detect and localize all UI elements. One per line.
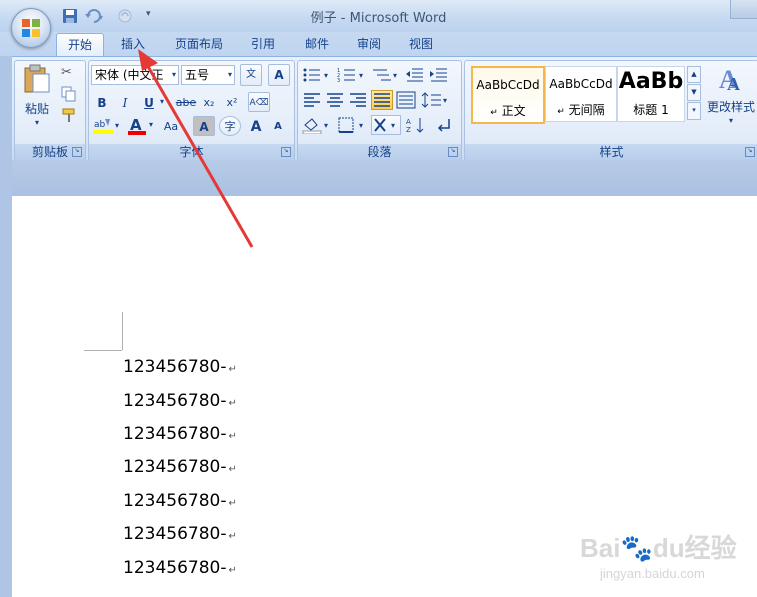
numbering-icon[interactable]: 1 2 3 ▾	[337, 66, 367, 84]
svg-text:▾: ▾	[324, 71, 328, 80]
char-border-button[interactable]: A	[268, 64, 290, 86]
bullets-icon[interactable]: ▾	[302, 66, 332, 84]
align-center-icon[interactable]	[325, 91, 345, 109]
svg-text:ab: ab	[94, 120, 106, 130]
gallery-up-icon[interactable]: ▲	[687, 66, 701, 83]
paragraph-mark: ↵	[228, 464, 237, 475]
gallery-down-icon[interactable]: ▼	[687, 84, 701, 101]
distributed-align-icon[interactable]	[396, 91, 416, 109]
svg-text:Z: Z	[406, 126, 411, 134]
paste-label: 粘贴	[24, 102, 49, 116]
highlight-button[interactable]: ab ▾	[92, 116, 124, 136]
style-sample: AaBbCcDd	[476, 78, 540, 92]
paragraph-group-label: 段落	[298, 144, 461, 161]
shading-icon[interactable]: ▾	[302, 116, 332, 135]
margin-corner-vertical	[122, 312, 123, 350]
change-styles-dropdown-icon: ▾	[728, 116, 733, 125]
paragraph-launcher-icon[interactable]: ↘	[448, 147, 458, 157]
chinese-layout-icon[interactable]: ▾	[371, 115, 401, 135]
justify-button[interactable]	[371, 90, 393, 110]
shrink-font-button[interactable]: A	[268, 116, 288, 136]
document-line[interactable]: 123456780- ↵	[123, 524, 237, 544]
justify-icon	[374, 93, 390, 107]
style-name: ↵ 无间隔	[557, 103, 605, 117]
window-title: 例子 - Microsoft Word	[310, 11, 447, 26]
tab-review[interactable]: 审阅	[346, 33, 392, 56]
style-name: ↵ 正文	[490, 104, 526, 118]
paste-dropdown-icon: ▾	[34, 118, 39, 127]
svg-text:▾: ▾	[324, 121, 328, 130]
office-logo-icon	[22, 19, 40, 37]
paragraph-mark: ↵	[228, 498, 237, 509]
align-left-icon[interactable]	[302, 91, 322, 109]
svg-text:▾: ▾	[391, 121, 395, 130]
change-styles-label: 更改样式	[706, 100, 755, 114]
document-line[interactable]: 123456780- ↵	[123, 457, 237, 477]
gallery-more-icon[interactable]: ▾	[687, 102, 701, 120]
change-styles-button[interactable]: AA 更改样式 ▾	[705, 64, 757, 136]
style-no-spacing[interactable]: AaBbCcDd ↵ 无间隔	[545, 66, 617, 122]
paragraph-mark: ↵	[228, 565, 237, 576]
align-right-icon[interactable]	[348, 91, 368, 109]
show-formatting-marks-icon[interactable]	[433, 116, 453, 134]
sort-icon[interactable]: AZ	[405, 116, 427, 134]
style-heading-1[interactable]: AaBb 标题 1	[617, 66, 685, 122]
annotation-arrow	[138, 49, 254, 248]
window-controls[interactable]	[730, 0, 757, 19]
svg-text:▾: ▾	[393, 71, 397, 80]
paragraph-mark: ↵	[228, 364, 237, 375]
highlighter-icon: ab ▾	[93, 119, 119, 134]
style-sample: AaBbCcDd	[549, 77, 613, 91]
document-line[interactable]: 123456780- ↵	[123, 357, 237, 377]
svg-text:▾: ▾	[359, 121, 363, 130]
tab-mailings[interactable]: 邮件	[294, 33, 340, 56]
document-line[interactable]: 123456780- ↵	[123, 491, 237, 511]
increase-indent-icon[interactable]	[429, 66, 449, 84]
borders-icon[interactable]: ▾	[337, 116, 367, 134]
line-spacing-icon[interactable]: ▾	[421, 91, 451, 109]
paragraph-mark: ↵	[228, 431, 237, 442]
document-line[interactable]: 123456780- ↵	[123, 391, 237, 411]
change-styles-icon: AA	[719, 65, 740, 92]
watermark-logo: Bai🐾du经验	[580, 533, 737, 563]
cut-icon[interactable]: ✂	[61, 65, 77, 81]
left-window-edge	[0, 56, 12, 597]
style-sample: AaBb	[618, 69, 684, 94]
tab-home[interactable]: 开始	[56, 33, 104, 57]
copy-icon[interactable]	[61, 86, 77, 102]
svg-text:▾: ▾	[115, 121, 119, 130]
margin-corner-horizontal	[84, 350, 122, 351]
svg-text:A: A	[406, 118, 411, 126]
paste-button[interactable]: 粘贴 ▾	[20, 64, 54, 134]
tab-view[interactable]: 视图	[398, 33, 444, 56]
styles-group-label: 样式	[465, 144, 757, 161]
styles-gallery-scroll[interactable]: ▲ ▼ ▾	[687, 66, 701, 120]
svg-text:▾: ▾	[359, 71, 363, 80]
clipboard-launcher-icon[interactable]: ↘	[72, 147, 82, 157]
svg-text:3: 3	[337, 78, 340, 84]
font-launcher-icon[interactable]: ↘	[281, 147, 291, 157]
style-name: 标题 1	[633, 103, 669, 117]
format-painter-icon[interactable]	[61, 107, 77, 123]
svg-text:A: A	[727, 74, 740, 92]
office-button[interactable]	[11, 8, 51, 48]
document-line[interactable]: 123456780- ↵	[123, 558, 237, 578]
multilevel-list-icon[interactable]: ▾	[371, 66, 401, 84]
paragraph-mark: ↵	[228, 398, 237, 409]
bold-button[interactable]: B	[92, 92, 112, 112]
document-background	[12, 160, 757, 196]
decrease-indent-icon[interactable]	[405, 66, 425, 84]
watermark-url: jingyan.baidu.com	[600, 566, 705, 581]
paragraph-mark: ↵	[228, 531, 237, 542]
svg-text:▾: ▾	[443, 96, 447, 105]
style-normal[interactable]: AaBbCcDd ↵ 正文	[471, 66, 545, 124]
paste-icon	[24, 64, 50, 93]
document-line[interactable]: 123456780- ↵	[123, 424, 237, 444]
styles-launcher-icon[interactable]: ↘	[745, 147, 755, 157]
